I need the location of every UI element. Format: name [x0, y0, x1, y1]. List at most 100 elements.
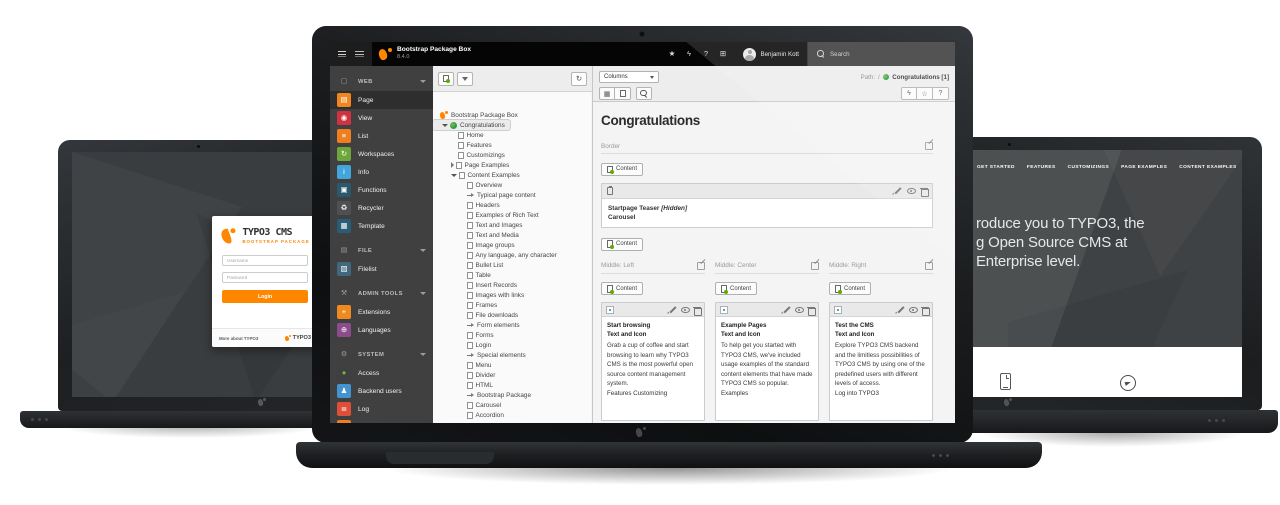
edit-icon[interactable]: [893, 187, 902, 195]
add-content-button[interactable]: Content: [601, 163, 643, 176]
tree-node[interactable]: Images with links: [433, 290, 591, 300]
module-menu-item[interactable]: ▤ FILE: [330, 241, 433, 260]
tree-node[interactable]: Bootstrap Package Box: [433, 110, 591, 120]
tree-node[interactable]: Form elements: [433, 320, 591, 330]
module-menu-item[interactable]: ▧ Filelist: [330, 260, 433, 278]
module-menu-item[interactable]: ▢ WEB: [330, 72, 433, 91]
tree-node[interactable]: Forms: [433, 330, 591, 340]
tree-caret-icon[interactable]: [451, 174, 457, 177]
module-menu-item[interactable]: ♟ Backend users: [330, 382, 433, 400]
tree-node[interactable]: Table: [433, 270, 591, 280]
tree-node[interactable]: Congratulations: [433, 120, 510, 130]
tree-node[interactable]: Any language, any character: [433, 250, 591, 260]
site-nav-item[interactable]: PAGE EXAMPLES: [1121, 165, 1167, 170]
tree-node[interactable]: Headers: [433, 200, 591, 210]
pagetree-toggle-icon[interactable]: [355, 51, 364, 58]
tree-node[interactable]: Frames: [433, 300, 591, 310]
module-menu-item[interactable]: ≣ Log: [330, 400, 433, 418]
module-menu-item[interactable]: ▤ Page: [330, 91, 433, 109]
help-icon[interactable]: ?: [699, 42, 712, 66]
tree-node[interactable]: Special elements: [433, 350, 591, 360]
module-menu-item[interactable]: ⚒ ADMIN TOOLS: [330, 284, 433, 303]
search-bar[interactable]: Search: [807, 42, 955, 66]
module-menu-item[interactable]: ⚙ Install: [330, 418, 433, 423]
module-menu-item[interactable]: ⚙ SYSTEM: [330, 345, 433, 364]
element-links[interactable]: Features Customizing: [607, 389, 699, 398]
module-menu-item[interactable]: ◉ View: [330, 109, 433, 127]
delete-icon[interactable]: [922, 307, 929, 315]
bookmark-star-icon[interactable]: ★: [665, 42, 678, 66]
add-content-button[interactable]: Content: [715, 282, 757, 295]
visibility-toggle-icon[interactable]: [681, 307, 690, 314]
tree-node[interactable]: File downloads: [433, 310, 591, 320]
element-links[interactable]: Examples: [721, 389, 813, 398]
tree-node[interactable]: Overview: [433, 180, 591, 190]
user-menu[interactable]: Benjamin Kott: [735, 42, 807, 66]
tree-node[interactable]: Features: [433, 140, 591, 150]
tree-node[interactable]: Home: [433, 130, 591, 140]
edit-column-icon[interactable]: [697, 262, 705, 270]
site-nav-item[interactable]: GET STARTED: [977, 165, 1015, 170]
page-view-button[interactable]: [615, 87, 631, 100]
username-field[interactable]: Username: [222, 255, 308, 266]
tree-node[interactable]: Bullet List: [433, 260, 591, 270]
tree-node[interactable]: Menu: [433, 360, 591, 370]
password-field[interactable]: Password: [222, 272, 308, 283]
delete-icon[interactable]: [808, 307, 815, 315]
bookmark-button[interactable]: ☆: [917, 87, 933, 100]
tree-node[interactable]: Page Examples: [433, 160, 591, 170]
edit-column-icon[interactable]: [925, 142, 933, 150]
edit-column-icon[interactable]: [811, 262, 819, 270]
add-content-button[interactable]: Content: [601, 282, 643, 295]
module-menu-item[interactable]: + Extensions: [330, 303, 433, 321]
view-webpage-button[interactable]: ϟ: [901, 87, 917, 100]
module-menu-item[interactable]: ↻ Workspaces: [330, 145, 433, 163]
module-menu-item[interactable]: ≡ List: [330, 127, 433, 145]
new-page-button[interactable]: [438, 72, 454, 86]
visibility-toggle-icon[interactable]: [909, 307, 918, 314]
tree-node[interactable]: Image groups: [433, 240, 591, 250]
filter-button[interactable]: [457, 72, 473, 86]
edit-icon[interactable]: [668, 306, 677, 314]
tree-node[interactable]: Content Examples: [433, 170, 591, 180]
site-nav-item[interactable]: FEATURES: [1027, 165, 1056, 170]
tree-node[interactable]: Bootstrap Package: [433, 390, 591, 400]
tree-node[interactable]: Carousel: [433, 400, 591, 410]
delete-icon[interactable]: [694, 307, 701, 315]
more-about-typo3-link[interactable]: More about TYPO3: [219, 336, 258, 341]
tree-node[interactable]: Examples of Rich Text: [433, 210, 591, 220]
module-menu-item[interactable]: ▦ Template: [330, 217, 433, 235]
delete-icon[interactable]: [921, 188, 928, 196]
login-button[interactable]: Login: [222, 290, 308, 303]
add-content-button[interactable]: Content: [829, 282, 871, 295]
tree-node[interactable]: Accordion: [433, 410, 591, 420]
tree-node[interactable]: Divider: [433, 370, 591, 380]
edit-icon[interactable]: [896, 306, 905, 314]
edit-column-icon[interactable]: [925, 262, 933, 270]
edit-icon[interactable]: [782, 306, 791, 314]
help-button[interactable]: ?: [933, 87, 949, 100]
module-menu-item[interactable]: ● Access: [330, 364, 433, 382]
tree-node[interactable]: Customizings: [433, 150, 591, 160]
module-menu-item[interactable]: ▣ Functions: [330, 181, 433, 199]
tree-caret-icon[interactable]: [451, 162, 454, 168]
site-nav-item[interactable]: CUSTOMIZINGS: [1068, 165, 1110, 170]
site-nav-item[interactable]: CONTENT EXAMPLES: [1179, 165, 1236, 170]
tree-node[interactable]: Text and Media: [433, 230, 591, 240]
module-menu-item[interactable]: ♻ Recycler: [330, 199, 433, 217]
tree-node[interactable]: Insert Records: [433, 280, 591, 290]
search-content-button[interactable]: [636, 87, 652, 100]
tree-node[interactable]: HTML: [433, 380, 591, 390]
hamburger-icon[interactable]: [338, 51, 346, 58]
module-menu-item[interactable]: ⊕ Languages: [330, 321, 433, 339]
tree-node[interactable]: Text and Images: [433, 220, 591, 230]
layout-view-button[interactable]: ▦: [599, 87, 615, 100]
tree-node[interactable]: Login: [433, 340, 591, 350]
refresh-button[interactable]: ↻: [571, 72, 587, 86]
add-content-button[interactable]: Content: [601, 238, 643, 251]
element-links[interactable]: Log into TYPO3: [835, 389, 927, 398]
view-mode-select[interactable]: Columns: [599, 71, 659, 83]
clear-cache-bolt-icon[interactable]: ϟ: [682, 42, 695, 66]
module-menu-item[interactable]: i Info: [330, 163, 433, 181]
visibility-toggle-icon[interactable]: [907, 188, 916, 195]
